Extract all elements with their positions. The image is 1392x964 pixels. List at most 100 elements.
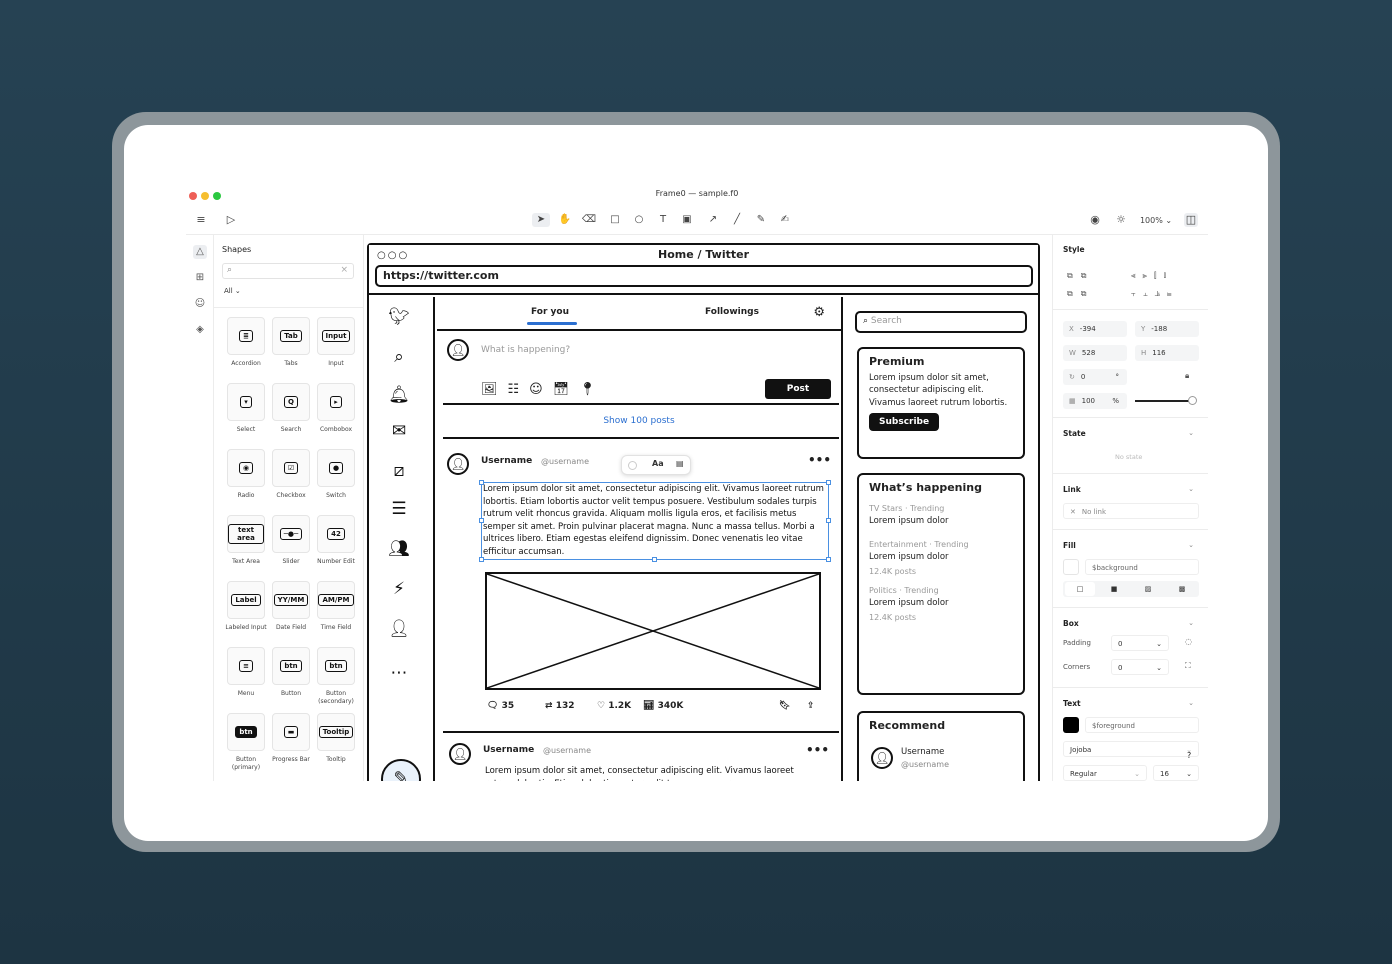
shape-item[interactable]: ─●─ Slider (269, 515, 313, 566)
connector-tool-icon[interactable]: ↗ (704, 213, 722, 227)
help-icon[interactable]: ? (1187, 751, 1191, 760)
lightning-icon[interactable]: ⚡︎ (387, 577, 411, 601)
align-icon[interactable]: ▤ (676, 459, 684, 468)
post2-more-icon[interactable]: ••• (806, 743, 829, 757)
shape-item[interactable]: Label Labeled Input (224, 581, 268, 632)
post-more-icon[interactable]: ••• (808, 453, 831, 467)
fill-pattern-icon[interactable]: ▩ (1167, 581, 1197, 597)
trend-item[interactable]: Entertainment · Trending Lorem ipsum dol… (869, 540, 1013, 576)
explore-search-icon[interactable]: ⌕ (387, 345, 411, 369)
layers-icon[interactable]: ◈ (193, 323, 207, 337)
shape-item[interactable]: YY/MM Date Field (269, 581, 313, 632)
shape-item[interactable]: btn Button (primary) (224, 713, 268, 772)
zoom-dropdown[interactable]: 100% ⌄ (1138, 214, 1174, 228)
location-icon[interactable]: 📍︎ (579, 382, 606, 397)
color-swatch-icon[interactable] (628, 461, 637, 470)
shape-item[interactable]: btn Button (secondary) (314, 647, 358, 706)
shape-item[interactable]: ≡ Menu (224, 647, 268, 698)
y-field[interactable]: Y -188 (1135, 321, 1199, 337)
link-select[interactable]: ✕ No link (1063, 503, 1199, 519)
rectangle-tool-icon[interactable]: □ (606, 213, 624, 227)
shape-item[interactable]: ▾ Select (224, 383, 268, 434)
tab-for-you[interactable]: For you (531, 307, 569, 317)
shape-item[interactable]: 42 Number Edit (314, 515, 358, 566)
compose-button[interactable]: ✎ (381, 759, 421, 781)
communities-icon[interactable]: 👥︎ (387, 537, 411, 561)
composer-input[interactable]: What is happening? (481, 345, 570, 355)
bookmark-icon[interactable]: 🔖︎ (779, 701, 790, 711)
shape-item[interactable]: Tooltip Tooltip (314, 713, 358, 764)
gear-icon[interactable]: ⚙ (813, 305, 825, 320)
arrange-icons[interactable]: ⧉⧉ (1067, 289, 1094, 299)
weight-select[interactable]: Regular ⌄ (1063, 765, 1147, 781)
post2-username[interactable]: Username (483, 745, 534, 755)
retweet-action[interactable]: ⇄ 132 (545, 701, 574, 711)
shape-item[interactable]: ≣ Accordion (224, 317, 268, 368)
shapes-filter-select[interactable]: All ⌄ (224, 287, 241, 295)
menu-icon[interactable]: ≡ (194, 213, 208, 227)
chevron-down-icon[interactable]: ⌄ (1188, 699, 1194, 707)
clear-icon[interactable]: × (340, 265, 348, 275)
fill-none-icon[interactable]: □ (1065, 582, 1095, 596)
fill-swatch[interactable] (1063, 559, 1079, 575)
mail-icon[interactable]: ✉ (387, 419, 411, 443)
highlighter-tool-icon[interactable]: ✍ (776, 213, 794, 227)
share-icon[interactable]: ⇪ (807, 701, 815, 711)
shape-item[interactable]: Q Search (269, 383, 313, 434)
show-posts-link[interactable]: Show 100 posts (437, 416, 841, 426)
views-action[interactable]: 📊︎ 340K (643, 701, 683, 711)
schedule-icon[interactable]: 📅︎ (553, 382, 580, 397)
fill-field[interactable]: $background (1085, 559, 1199, 575)
panel-toggle-icon[interactable]: ◫ (1184, 213, 1198, 227)
trend-item[interactable]: TV Stars · Trending Lorem ipsum dolor (869, 504, 1013, 526)
padding-mode-icon[interactable]: ◌ (1185, 637, 1192, 646)
opacity-field[interactable]: ▦ 100% (1063, 393, 1127, 409)
trend-item[interactable]: Politics · Trending Lorem ipsum dolor 12… (869, 586, 1013, 622)
font-button[interactable]: Aa (652, 459, 664, 468)
lock-icon[interactable]: 🔒︎ (1185, 371, 1189, 381)
chevron-down-icon[interactable]: ⌄ (1188, 541, 1194, 549)
shapes-search-input[interactable]: ⌕ × (222, 263, 354, 279)
chevron-down-icon[interactable]: ⌄ (1188, 429, 1194, 437)
components-icon[interactable]: ⊞ (193, 271, 207, 285)
shape-item[interactable]: ▬ Progress Bar (269, 713, 313, 764)
list-icon[interactable]: ☰ (387, 497, 411, 521)
post-button[interactable]: Post (765, 379, 831, 399)
poll-icon[interactable]: ☷ (508, 382, 530, 397)
corners-select[interactable]: 0 ⌄ (1111, 659, 1169, 675)
profile-icon[interactable]: 👤︎ (387, 617, 411, 641)
chevron-down-icon[interactable]: ⌄ (1188, 485, 1194, 493)
post-username[interactable]: Username (481, 456, 532, 466)
emoji-icon[interactable]: ☺ (529, 382, 553, 397)
bell-icon[interactable]: 🔔︎ (387, 383, 411, 407)
image-tool-icon[interactable]: ▣ (678, 213, 696, 227)
shape-item[interactable]: ● Switch (314, 449, 358, 500)
shape-item[interactable]: Tab Tabs (269, 317, 313, 368)
text-tool-icon[interactable]: T (654, 213, 672, 227)
browser-wireframe[interactable]: ○○○ Home / Twitter https://twitter.com 🐦… (367, 243, 1040, 781)
emoji-icon[interactable]: ☺ (193, 297, 207, 311)
h-field[interactable]: H 116 (1135, 345, 1199, 361)
shapes-icon[interactable]: △ (193, 245, 207, 259)
fill-hatch-icon[interactable]: ▨ (1133, 581, 1163, 597)
shape-item[interactable]: ◉ Radio (224, 449, 268, 500)
reply-action[interactable]: 🗨︎ 35 (487, 701, 514, 711)
fill-solid-icon[interactable]: ■ (1099, 581, 1129, 597)
shape-item[interactable]: AM/PM Time Field (314, 581, 358, 632)
rotation-field[interactable]: ↻ 0 ° (1063, 369, 1127, 385)
post2-text[interactable]: Lorem ipsum dolor sit amet, consectetur … (485, 765, 825, 781)
image-placeholder[interactable] (485, 572, 821, 690)
text-color-field[interactable]: $foreground (1085, 717, 1199, 733)
bird-logo-icon[interactable]: 🐦︎ (387, 305, 411, 329)
shape-item[interactable]: ▸ Combobox (314, 383, 358, 434)
font-select[interactable]: Jojoba ⌄ (1063, 741, 1199, 757)
pencil-tool-icon[interactable]: ✎ (752, 213, 770, 227)
w-field[interactable]: W 528 (1063, 345, 1127, 361)
chevron-down-icon[interactable]: ⌄ (1188, 619, 1194, 627)
more-circle-icon[interactable]: ⋯ (387, 661, 411, 685)
eraser-tool-icon[interactable]: ⌫ (580, 213, 598, 227)
tab-followings[interactable]: Followings (705, 307, 759, 317)
shape-item[interactable]: text area Text Area (224, 515, 268, 566)
theme-sun-icon[interactable]: ☼ (1114, 213, 1128, 227)
canvas[interactable]: ○○○ Home / Twitter https://twitter.com 🐦… (365, 235, 1051, 781)
